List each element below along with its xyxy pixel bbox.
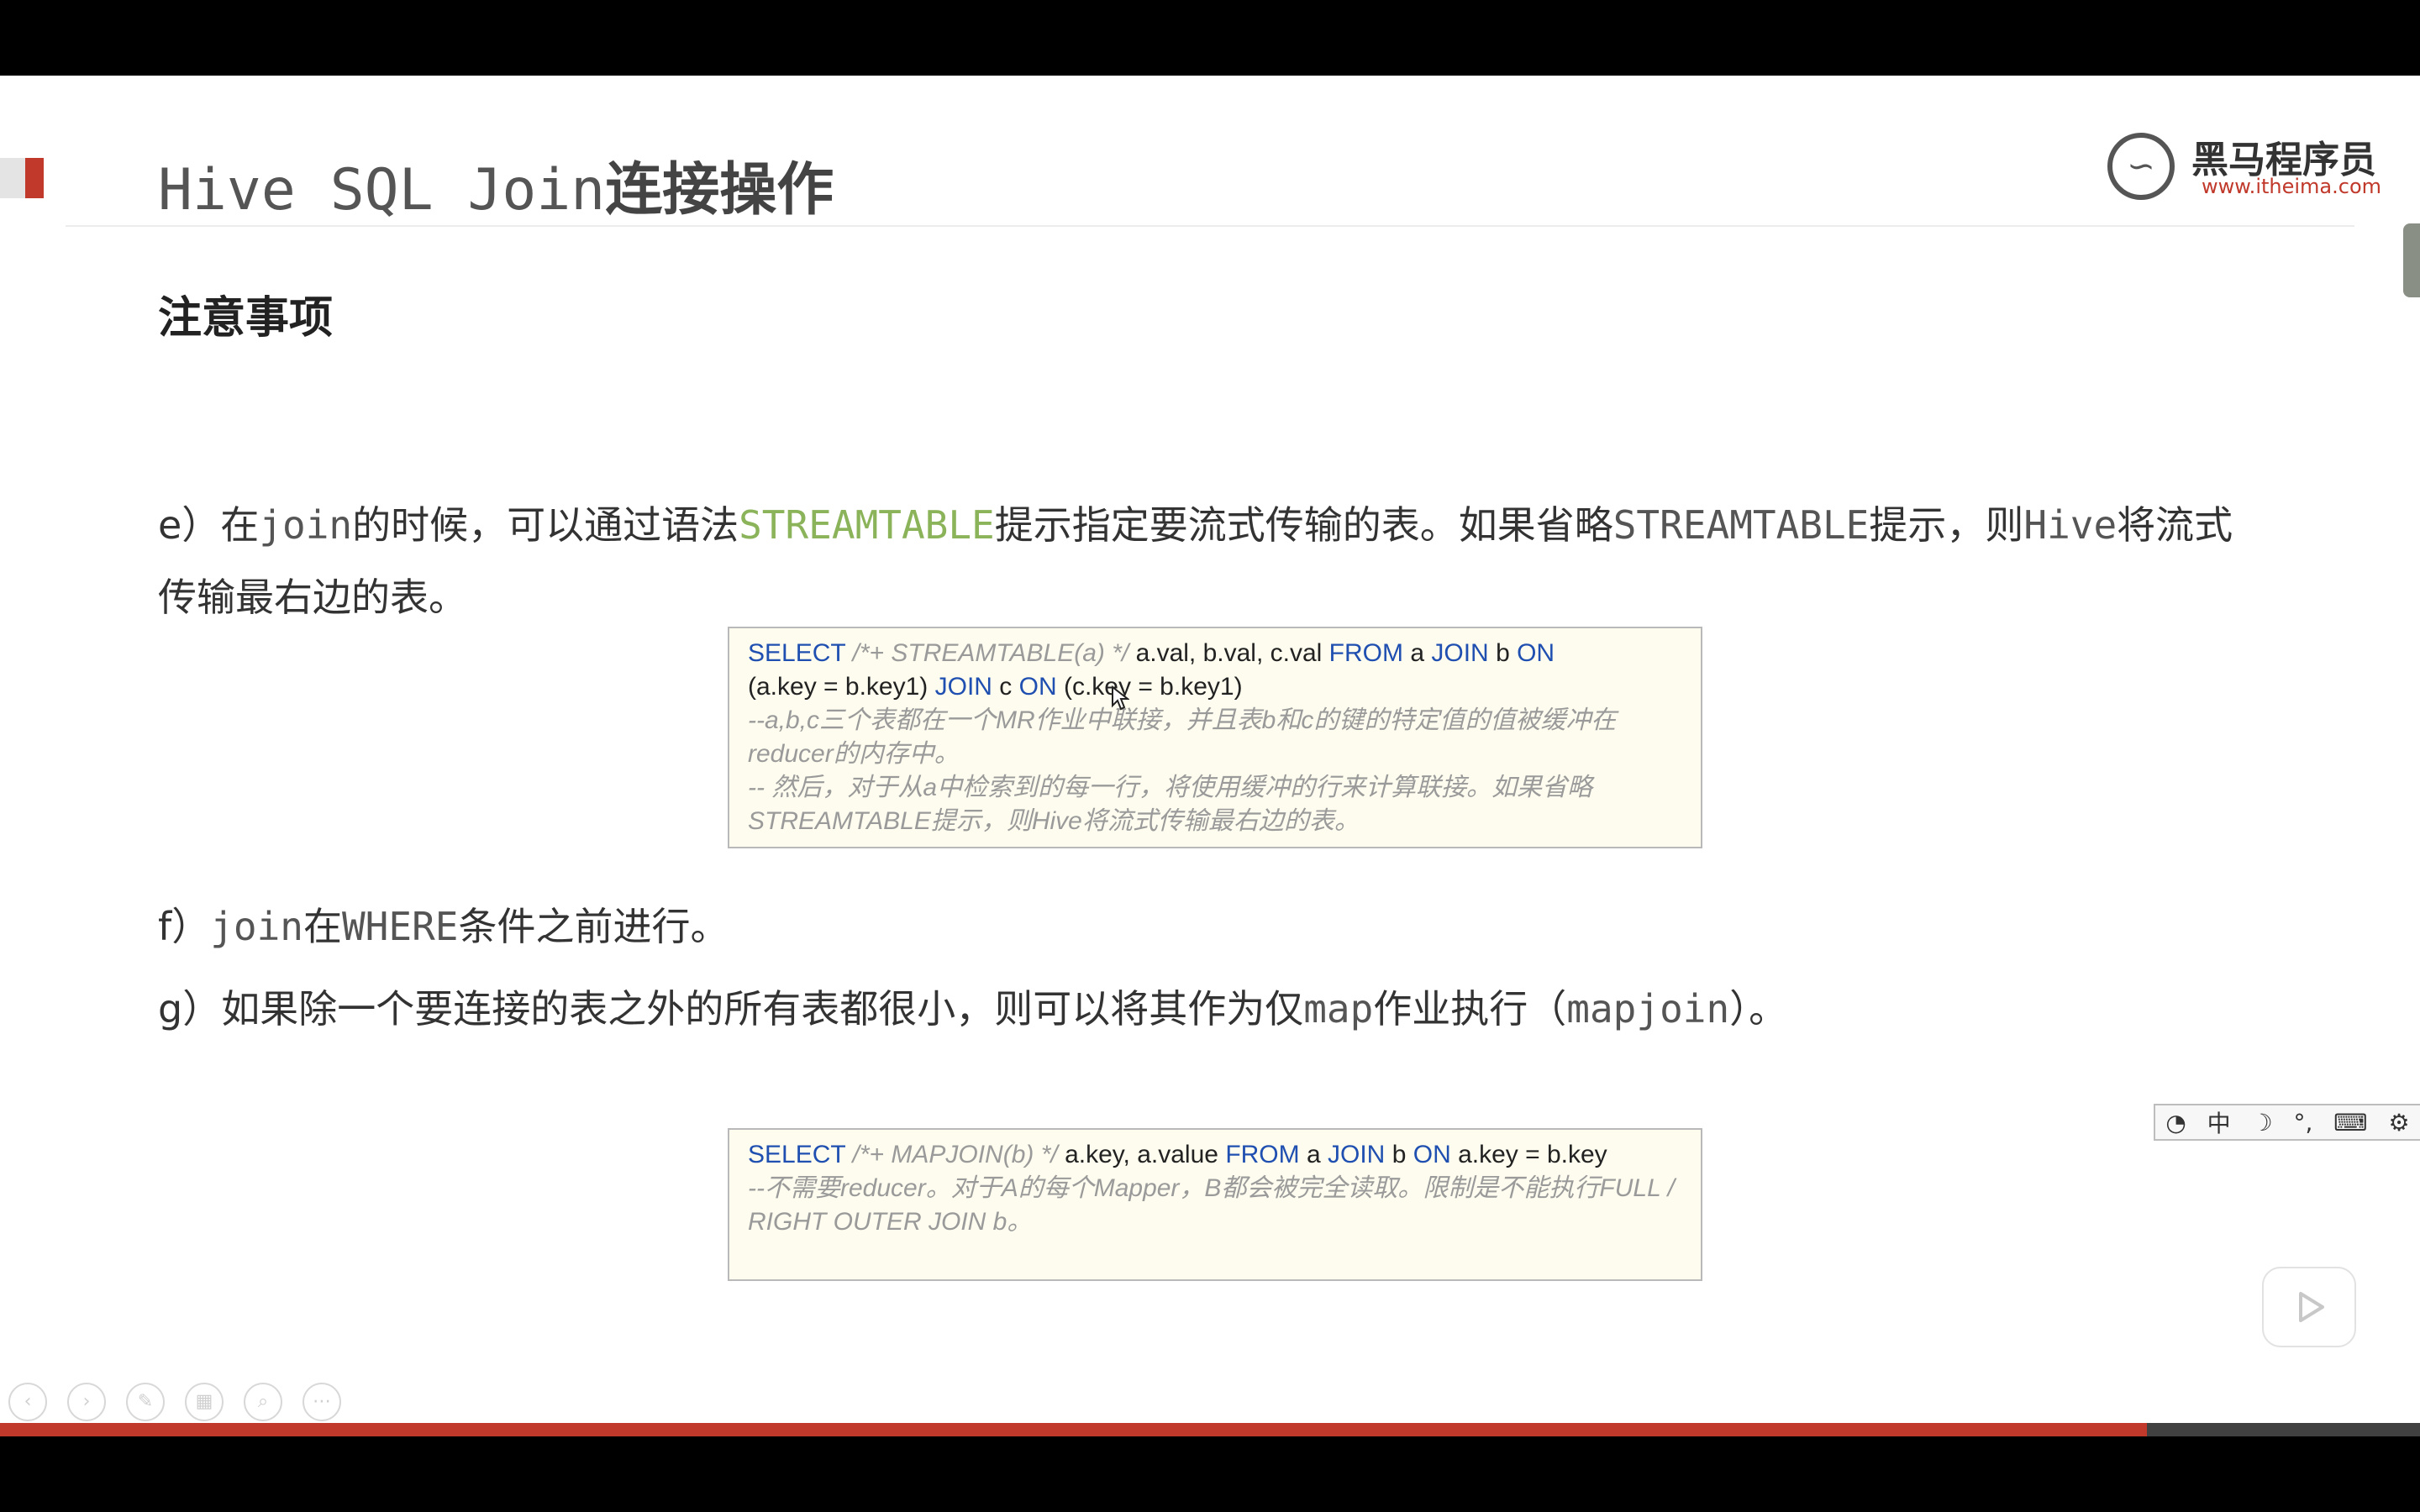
next-icon[interactable]: › (67, 1383, 106, 1421)
ime-mode-toggle[interactable]: 中 (2207, 1105, 2231, 1139)
code1-cond1: (a.key = b.key1) (748, 673, 929, 701)
slides-icon[interactable]: ▦ (185, 1383, 224, 1421)
code1-join1: JOIN (1431, 639, 1489, 667)
slideshow-toolbar: ‹ › ✎ ▦ ⌕ ⋯ (8, 1383, 341, 1421)
code2-join: JOIN (1328, 1141, 1386, 1168)
prev-icon[interactable]: ‹ (8, 1383, 47, 1421)
code1-comment1: --a,b,c三个表都在一个MR作业中联接，并且表b和c的键的特定值的值被缓冲在… (748, 706, 1617, 768)
code2-hint: /*+ MAPJOIN(b) */ (852, 1141, 1058, 1168)
video-progress-bar[interactable] (0, 1423, 2420, 1436)
ime-punct-icon[interactable]: °, (2293, 1109, 2312, 1137)
ime-keyboard-icon[interactable]: ⌨ (2333, 1109, 2367, 1137)
code1-on2: ON (1018, 673, 1057, 701)
code1-table-a: a (1410, 639, 1425, 667)
code2-on: ON (1413, 1141, 1451, 1168)
code2-select: SELECT (748, 1141, 846, 1168)
note-g-mapjoin: mapjoin (1566, 986, 1730, 1032)
code1-cond2: (c.key = b.key1) (1063, 673, 1243, 701)
slide-title: Hive SQL Join连接操作 (158, 143, 834, 226)
video-top-letterbox (0, 0, 2420, 76)
note-e-text2: 提示指定要流式传输的表。如果省略 (994, 502, 1613, 548)
code2-line1: SELECT /*+ MAPJOIN(b) */ a.key, a.value … (748, 1138, 1682, 1172)
note-f-join: join (210, 904, 303, 949)
code2-cond: a.key = b.key (1458, 1141, 1607, 1168)
code1-hint: /*+ STREAMTABLE(a) */ (852, 639, 1129, 667)
note-e-text1: 的时候，可以通过语法 (352, 502, 739, 548)
horse-logo-icon: ∽ (2107, 133, 2175, 200)
note-f: f）join在WHERE条件之前进行。 (158, 890, 729, 963)
itheima-logo: ∽ 黑马程序员 www.itheima.com (2107, 126, 2381, 203)
title-accent-red (25, 158, 44, 198)
code2-comment: --不需要reducer。对于A的每个Mapper，B都会被完全读取。限制是不能… (748, 1174, 1675, 1236)
note-f-text1: 在 (302, 904, 342, 949)
code1-line1: SELECT /*+ STREAMTABLE(a) */ a.val, b.va… (748, 637, 1682, 670)
code1-table-b: b (1496, 639, 1510, 667)
code1-line2: (a.key = b.key1) JOIN c ON (c.key = b.ke… (748, 670, 1682, 704)
video-progress-fill (0, 1423, 2147, 1436)
video-play-button[interactable] (2262, 1267, 2356, 1347)
note-f-text2: 条件之前进行。 (458, 904, 729, 949)
code2-table-a: a (1306, 1141, 1321, 1168)
code1-cols: a.val, b.val, c.val (1135, 639, 1323, 667)
zoom-icon[interactable]: ⌕ (244, 1383, 282, 1421)
mouse-pointer-icon (1112, 685, 1129, 711)
ime-logo-icon[interactable]: ◔ (2165, 1109, 2186, 1137)
note-e-hive: Hive (2023, 502, 2118, 548)
note-g-text2: ）。 (1729, 986, 1788, 1032)
code2-cols: a.key, a.value (1065, 1141, 1218, 1168)
logo-url: www.itheima.com (2202, 175, 2382, 198)
note-e-prefix: e）在 (158, 502, 260, 548)
pen-icon[interactable]: ✎ (126, 1383, 165, 1421)
note-e-text3: 提示，则 (1869, 502, 2024, 548)
note-f-where: WHERE (341, 904, 459, 949)
code-block-mapjoin: SELECT /*+ MAPJOIN(b) */ a.key, a.value … (728, 1128, 1702, 1281)
code1-join2: JOIN (934, 673, 992, 701)
note-g-text1: 作业执行（ (1373, 986, 1567, 1032)
header-divider (66, 225, 2354, 227)
code1-comment2: -- 然后，对于从a中检索到的每一行，将使用缓冲的行来计算联接。如果省略STRE… (748, 774, 1592, 835)
ime-settings-icon[interactable]: ⚙ (2388, 1109, 2409, 1137)
play-icon (2299, 1292, 2324, 1322)
slide-title-zh: 连接操作 (605, 157, 834, 223)
code1-on1: ON (1517, 639, 1555, 667)
slide-title-en: Hive SQL Join (158, 157, 606, 223)
note-f-prefix: f） (158, 904, 211, 949)
section-heading: 注意事项 (158, 293, 334, 344)
more-icon[interactable]: ⋯ (302, 1383, 341, 1421)
title-accent-gray (0, 158, 25, 198)
code-block-streamtable: SELECT /*+ STREAMTABLE(a) */ a.val, b.va… (728, 627, 1702, 848)
note-e-streamtable2: STREAMTABLE (1612, 502, 1870, 548)
ime-toolbar[interactable]: ◔ 中 ☽ °, ⌨ ⚙ (2154, 1104, 2420, 1141)
note-g: g）如果除一个要连接的表之外的所有表都很小，则可以将其作为仅map作业执行（ma… (158, 973, 1787, 1045)
note-e-join: join (259, 502, 353, 548)
code1-from: FROM (1328, 639, 1403, 667)
ime-moon-icon[interactable]: ☽ (2252, 1109, 2273, 1137)
code2-table-b: b (1392, 1141, 1407, 1168)
side-scroll-tab[interactable] (2403, 223, 2420, 297)
note-e: e）在join的时候，可以通过语法STREAMTABLE提示指定要流式传输的表。… (158, 489, 2259, 633)
note-g-map: map (1303, 986, 1374, 1032)
code1-table-c: c (999, 673, 1013, 701)
video-bottom-letterbox (0, 1436, 2420, 1512)
code1-select: SELECT (748, 639, 846, 667)
slide: Hive SQL Join连接操作 ∽ 黑马程序员 www.itheima.co… (0, 76, 2420, 1436)
note-g-prefix: g）如果除一个要连接的表之外的所有表都很小，则可以将其作为仅 (158, 986, 1304, 1032)
code2-from: FROM (1225, 1141, 1300, 1168)
note-e-streamtable: STREAMTABLE (739, 502, 995, 548)
